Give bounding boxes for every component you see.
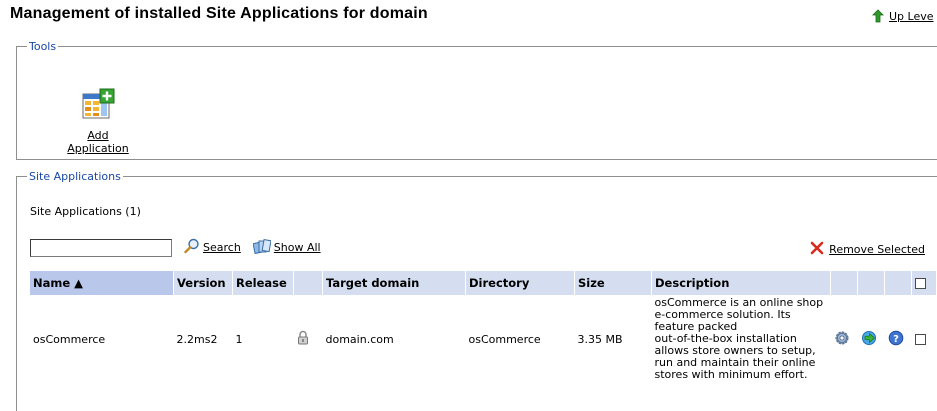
lock-icon [297, 330, 309, 348]
remove-selected-label[interactable]: Remove Selected [829, 243, 925, 256]
up-arrow-icon [871, 9, 885, 23]
applications-count: Site Applications (1) [30, 205, 141, 218]
search-button[interactable]: Search [184, 238, 241, 257]
site-applications-fieldset: Site Applications Site Applications (1) … [16, 170, 937, 411]
app-release-cell: 1 [235, 332, 243, 346]
app-action-help-cell: ? [885, 295, 912, 383]
show-all-label[interactable]: Show All [274, 241, 321, 254]
select-all-checkbox[interactable] [915, 278, 926, 289]
table-header-row: Name ▲ Version Release Target domain Dir… [30, 271, 937, 295]
magnifier-icon [184, 238, 200, 257]
app-directory-cell: osCommerce [468, 332, 541, 346]
column-header-action-2 [857, 271, 885, 295]
column-header-description[interactable]: Description [651, 271, 831, 295]
column-header-size[interactable]: Size [574, 271, 652, 295]
app-size-cell: 3.35 MB [577, 332, 623, 346]
site-applications-legend: Site Applications [29, 170, 121, 183]
app-name-cell: osCommerce [33, 332, 106, 346]
page-title: Management of installed Site Application… [10, 5, 428, 22]
column-header-version[interactable]: Version [173, 271, 233, 295]
show-all-button[interactable]: Show All [252, 238, 321, 257]
tools-fieldset: Tools Add Application [16, 40, 937, 160]
help-icon[interactable]: ? [888, 330, 904, 349]
column-header-select-all [911, 271, 937, 295]
gear-icon[interactable] [834, 331, 850, 349]
column-header-name[interactable]: Name ▲ [30, 271, 174, 295]
app-select-cell [912, 295, 937, 383]
table-row: osCommerce 2.2ms2 1 domain.com osCommerc… [30, 295, 937, 383]
app-description-cell: osCommerce is an online shop e-commerce … [652, 295, 831, 383]
remove-selected-button[interactable]: Remove Selected [810, 241, 925, 258]
applications-table: Name ▲ Version Release Target domain Dir… [30, 271, 937, 383]
svg-text:?: ? [893, 334, 899, 345]
red-x-icon [810, 241, 824, 258]
app-version-cell: 2.2ms2 [176, 332, 218, 346]
app-action-settings-cell [831, 295, 858, 383]
search-label[interactable]: Search [203, 241, 241, 254]
search-input[interactable] [30, 238, 172, 257]
column-header-lock [293, 271, 323, 295]
search-bar: Search Show All [30, 238, 321, 257]
go-arrow-icon[interactable] [861, 330, 879, 349]
tools-legend: Tools [29, 40, 57, 53]
column-header-action-3 [884, 271, 912, 295]
column-header-release[interactable]: Release [232, 271, 294, 295]
description-line: stores with minimum effort. [654, 368, 808, 381]
row-select-checkbox[interactable] [914, 334, 926, 345]
show-all-icon [252, 238, 272, 257]
app-target-domain-cell: domain.com [325, 332, 394, 346]
column-header-directory[interactable]: Directory [465, 271, 575, 295]
column-header-target-domain[interactable]: Target domain [322, 271, 466, 295]
app-action-login-cell [858, 295, 885, 383]
up-level-link[interactable]: Up Leve [871, 9, 934, 23]
add-application-icon [55, 88, 141, 123]
add-application-label[interactable]: Add Application [67, 129, 128, 155]
add-application-button[interactable]: Add Application [55, 88, 141, 155]
column-header-action-1 [830, 271, 858, 295]
app-lock-cell [294, 295, 323, 383]
up-level-label[interactable]: Up Leve [889, 10, 934, 23]
